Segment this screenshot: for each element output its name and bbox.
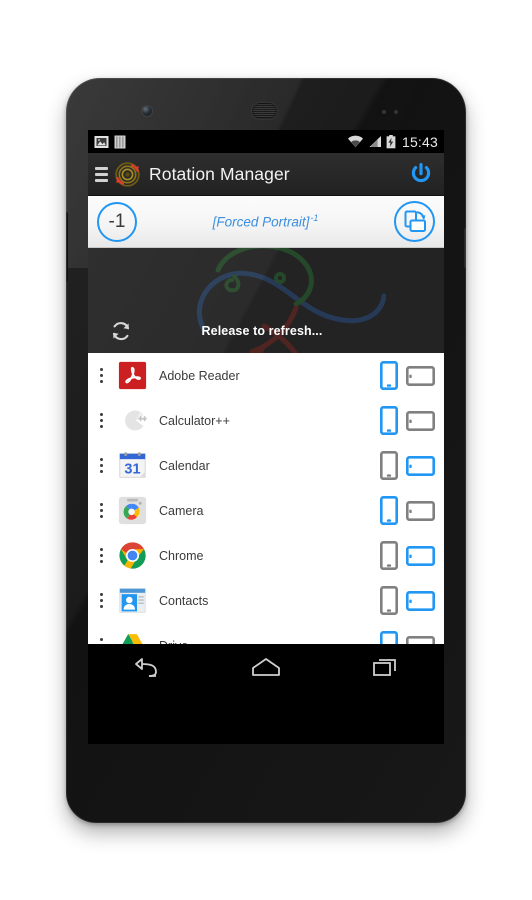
app-name-label: Adobe Reader (159, 368, 240, 383)
phone-screen: 15:43 Rotation Manager -1 [Forced Portra… (88, 130, 444, 744)
status-bar: 15:43 (88, 130, 444, 153)
portrait-orientation-icon[interactable] (380, 631, 398, 644)
drag-handle-icon[interactable] (92, 368, 110, 383)
portrait-orientation-icon[interactable] (380, 361, 398, 390)
orientation-toggle-group (380, 496, 435, 525)
contacts-icon (119, 588, 146, 613)
proximity-sensor-icon (382, 110, 386, 114)
rotation-status-label: [Forced Portrait]-1 (137, 213, 394, 230)
android-navigation-bar (88, 644, 444, 689)
portrait-orientation-icon[interactable] (380, 406, 398, 435)
power-toggle-icon[interactable] (406, 159, 436, 189)
screenshot-icon (94, 135, 109, 148)
landscape-orientation-icon[interactable] (406, 545, 435, 566)
calculator-plus-plus-icon (125, 410, 147, 431)
screen-rotation-glyph (404, 210, 426, 232)
action-bar: Rotation Manager (88, 153, 444, 196)
volume-rocker-button[interactable] (66, 212, 68, 282)
chrome-icon (119, 542, 146, 569)
orientation-toggle-group (380, 361, 435, 390)
rotation-manager-logo-icon (115, 161, 140, 187)
refresh-icon (112, 322, 130, 341)
landscape-orientation-icon[interactable] (406, 635, 435, 645)
adobe-reader-icon (118, 361, 147, 390)
app-list-row[interactable]: Contacts (88, 578, 444, 623)
calendar-icon: 31 (119, 452, 146, 478)
home-icon (252, 657, 280, 676)
app-list-row[interactable]: Adobe Reader (88, 353, 444, 398)
app-list-row[interactable]: 31 Calendar (88, 443, 444, 488)
home-button[interactable] (237, 650, 295, 684)
orientation-toggle-group (380, 631, 435, 644)
status-bar-clock: 15:43 (401, 133, 438, 150)
app-name-label: Drive (159, 639, 380, 645)
app-list-row[interactable]: Calculator++ (88, 398, 444, 443)
portrait-orientation-icon[interactable] (380, 496, 398, 525)
pull-to-refresh-zone[interactable]: Release to refresh... (88, 248, 444, 353)
orientation-toggle-group (380, 406, 435, 435)
portrait-orientation-icon[interactable] (380, 451, 398, 480)
app-name-label: Contacts (159, 593, 209, 608)
drive-icon (122, 634, 143, 644)
orientation-toggle-group (380, 586, 435, 615)
screen-rotation-icon[interactable] (394, 201, 435, 242)
orientation-toggle-group (380, 541, 435, 570)
front-camera-lens (142, 106, 152, 116)
recents-icon (372, 658, 396, 676)
app-list-row[interactable]: Camera (88, 488, 444, 533)
rotation-control-bar: -1 [Forced Portrait]-1 (88, 196, 444, 248)
svg-text:31: 31 (124, 462, 140, 478)
wifi-icon (347, 135, 363, 148)
app-name-label: Calendar (159, 458, 210, 473)
camera-icon (118, 496, 147, 525)
landscape-orientation-icon[interactable] (406, 590, 435, 611)
ambient-light-sensor-icon (394, 110, 398, 114)
drag-handle-icon[interactable] (92, 503, 110, 518)
back-arrow-icon (135, 657, 158, 677)
app-rotation-list: Adobe Reader Calculator++ 31 Calendar Ca… (88, 353, 444, 644)
status-bar-left-icons (94, 135, 126, 149)
power-glyph (411, 163, 431, 183)
power-side-button[interactable] (464, 228, 466, 268)
portrait-orientation-icon[interactable] (380, 541, 398, 570)
drag-handle-icon[interactable] (92, 458, 110, 473)
drag-handle-icon[interactable] (92, 638, 110, 644)
earpiece-speaker (252, 103, 277, 119)
drag-handle-icon[interactable] (92, 593, 110, 608)
page-title: Rotation Manager (149, 163, 290, 184)
signal-icon (369, 136, 381, 147)
landscape-orientation-icon[interactable] (406, 410, 435, 431)
phone-device-frame: 15:43 Rotation Manager -1 [Forced Portra… (66, 78, 466, 823)
portrait-orientation-icon[interactable] (380, 586, 398, 615)
app-list-row[interactable]: Drive (88, 623, 444, 644)
app-list-row[interactable]: Chrome (88, 533, 444, 578)
recents-button[interactable] (356, 650, 414, 684)
landscape-orientation-icon[interactable] (406, 365, 435, 386)
hamburger-menu-icon[interactable] (95, 166, 108, 182)
orientation-toggle-group (380, 451, 435, 480)
rotation-status-superscript: -1 (310, 213, 319, 224)
back-button[interactable] (118, 650, 176, 684)
sd-card-icon (114, 135, 126, 148)
drag-handle-icon[interactable] (92, 413, 110, 428)
app-name-label: Camera (159, 503, 204, 518)
drag-handle-icon[interactable] (92, 548, 110, 563)
refresh-status-label: Release to refresh... (201, 324, 323, 338)
status-bar-right-icons: 15:43 (347, 134, 438, 150)
battery-charging-icon (386, 134, 396, 148)
app-name-label: Calculator++ (159, 413, 230, 428)
landscape-orientation-icon[interactable] (406, 455, 435, 476)
refresh-indicator-row: Release to refresh... (88, 320, 444, 342)
landscape-orientation-icon[interactable] (406, 500, 435, 521)
rotation-status-text: [Forced Portrait] (212, 214, 310, 230)
app-name-label: Chrome (159, 548, 204, 563)
rotation-counter-badge[interactable]: -1 (97, 201, 137, 242)
